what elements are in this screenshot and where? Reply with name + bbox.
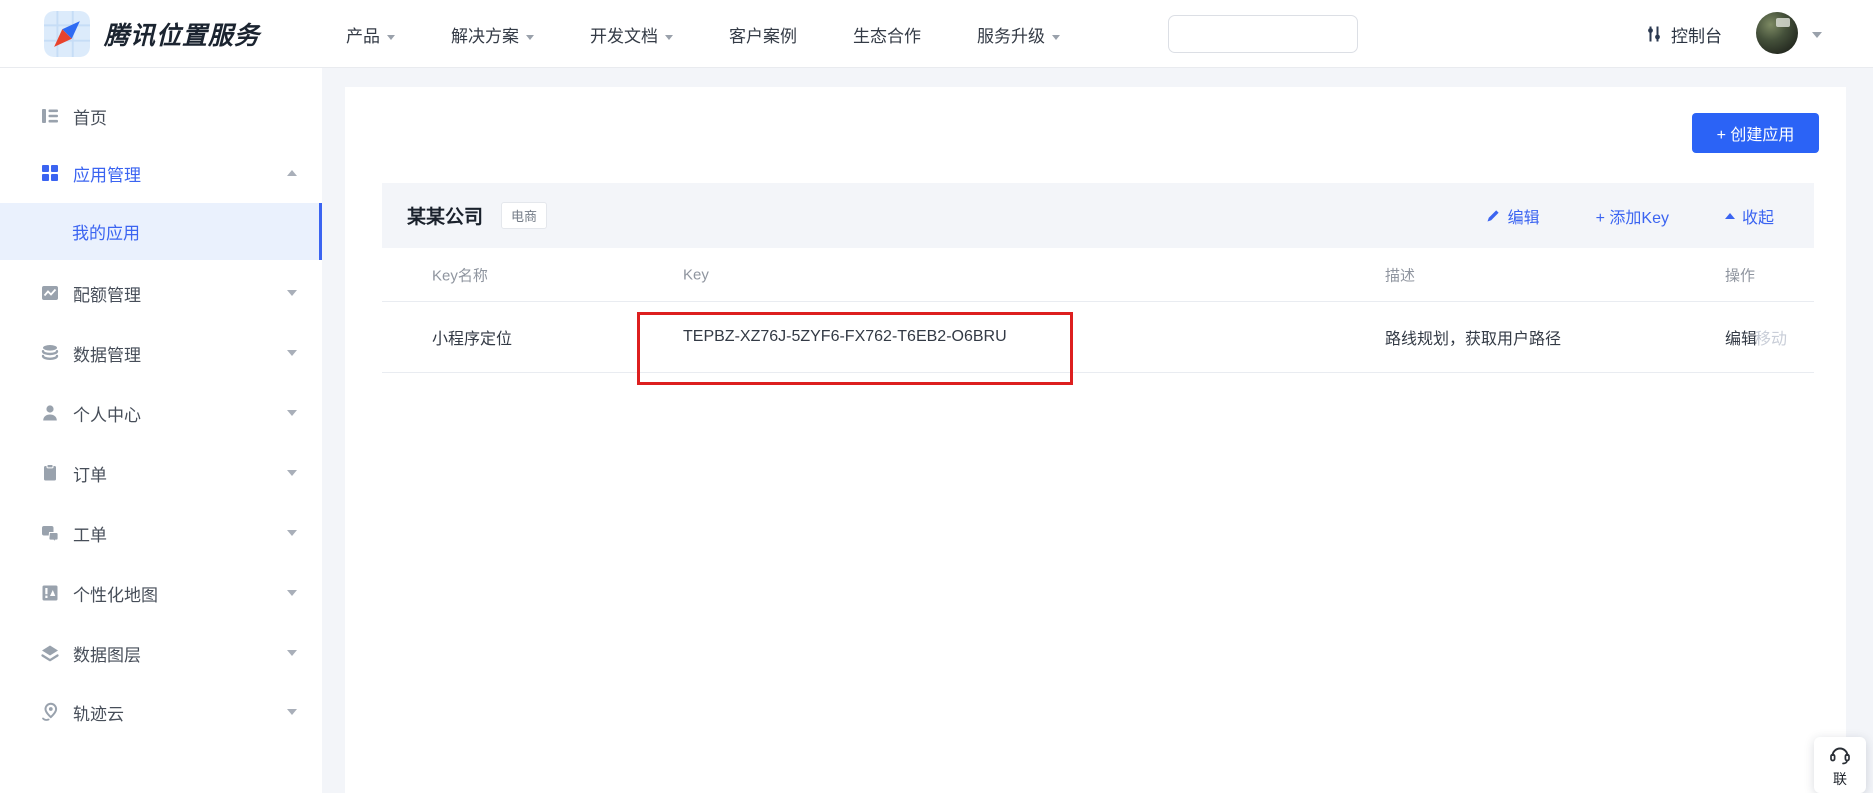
nav-cases[interactable]: 客户案例 (729, 22, 797, 47)
sidebar-item-label: 配额管理 (73, 281, 141, 306)
home-list-icon (40, 106, 60, 126)
user-icon (40, 403, 60, 423)
nav-ecosystem[interactable]: 生态合作 (853, 22, 921, 47)
layers-icon (40, 643, 60, 663)
grid-icon (40, 163, 60, 183)
chevron-down-icon (665, 35, 673, 40)
sidebar-subitem-label: 我的应用 (72, 219, 140, 244)
page: 腾讯位置服务 产品 解决方案 开发文档 客户案例 生态合作 服务升级 控 (0, 0, 1873, 793)
sidebar-item-label: 数据图层 (73, 641, 141, 666)
sidebar-item-label: 应用管理 (73, 161, 141, 186)
search-box (1168, 15, 1358, 53)
console-label: 控制台 (1671, 22, 1722, 47)
create-app-button[interactable]: + 创建应用 (1692, 113, 1819, 153)
sidebar-item-my-apps[interactable]: 我的应用 (0, 203, 322, 260)
key-name-cell: 小程序定位 (432, 325, 512, 349)
chevron-up-icon[interactable] (287, 170, 297, 176)
col-header-actions: 操作 (1725, 264, 1755, 285)
chevron-up-icon (1725, 213, 1735, 219)
chevron-down-icon (526, 35, 534, 40)
sidebar-item-label: 工单 (73, 521, 107, 546)
company-name: 某某公司 (407, 202, 483, 229)
content-card: 我的应用 + 创建应用 某某公司 电商 编辑 + 添加Key (345, 87, 1846, 793)
sidebar-item-label: 个人中心 (73, 401, 141, 426)
quota-chart-icon (40, 283, 60, 303)
nav-solutions[interactable]: 解决方案 (451, 22, 534, 47)
app-card-header: 某某公司 电商 编辑 + 添加Key 收起 (382, 183, 1814, 248)
nav-products[interactable]: 产品 (346, 22, 395, 47)
col-header-key-name: Key名称 (432, 264, 488, 285)
avatar[interactable] (1756, 12, 1798, 54)
console-link[interactable]: 控制台 (1644, 0, 1722, 68)
add-key-link[interactable]: + 添加Key (1596, 204, 1669, 228)
chevron-down-icon[interactable] (287, 530, 297, 536)
chevron-down-icon[interactable] (287, 290, 297, 296)
chevron-down-icon[interactable] (287, 650, 297, 656)
app-tag-badge: 电商 (501, 202, 547, 229)
chevron-down-icon[interactable] (287, 709, 297, 715)
sidebar-item-home[interactable]: 首页 (0, 91, 322, 141)
top-header: 腾讯位置服务 产品 解决方案 开发文档 客户案例 生态合作 服务升级 控 (0, 0, 1873, 68)
clipboard-icon (40, 463, 60, 483)
chevron-down-icon[interactable] (287, 470, 297, 476)
sidebar-item-quota[interactable]: 配额管理 (0, 268, 322, 318)
nav-upgrade[interactable]: 服务升级 (977, 22, 1060, 47)
sidebar-item-label: 数据管理 (73, 341, 141, 366)
customer-service-widget[interactable]: 联 (1814, 737, 1866, 793)
table-header-row: Key名称 Key 描述 操作 (382, 248, 1814, 302)
sidebar-item-label: 首页 (73, 104, 107, 129)
account-chevron-down-icon[interactable] (1812, 32, 1822, 38)
sliders-icon (1644, 24, 1664, 44)
sidebar-item-personal-center[interactable]: 个人中心 (0, 388, 322, 438)
top-navigation: 产品 解决方案 开发文档 客户案例 生态合作 服务升级 (346, 0, 1060, 68)
row-move-link: 移动 (1755, 325, 1787, 349)
chevron-down-icon[interactable] (287, 410, 297, 416)
sidebar-item-custom-map[interactable]: 个性化地图 (0, 568, 322, 618)
sidebar-item-orders[interactable]: 订单 (0, 448, 322, 498)
collapse-link[interactable]: 收起 (1725, 204, 1774, 228)
chevron-down-icon[interactable] (287, 590, 297, 596)
sidebar-item-label: 轨迹云 (73, 700, 124, 725)
sidebar-item-label: 个性化地图 (73, 581, 158, 606)
brand-logo[interactable]: 腾讯位置服务 (44, 11, 260, 57)
edit-app-link[interactable]: 编辑 (1486, 204, 1540, 228)
sidebar-item-tickets[interactable]: 工单 (0, 508, 322, 558)
track-pin-icon (40, 702, 60, 722)
search-input[interactable] (1181, 17, 1362, 51)
col-header-desc: 描述 (1385, 264, 1415, 285)
key-value-cell: TEPBZ-XZ76J-5ZYF6-FX762-T6EB2-O6BRU (683, 328, 1007, 346)
table-row: 小程序定位 TEPBZ-XZ76J-5ZYF6-FX762-T6EB2-O6BR… (382, 302, 1814, 373)
sidebar-item-label: 订单 (73, 461, 107, 486)
sidebar-item-track-cloud[interactable]: 轨迹云 (0, 687, 322, 737)
sidebar-item-data-management[interactable]: 数据管理 (0, 328, 322, 378)
compass-logo-icon (44, 11, 90, 57)
sidebar-item-data-layers[interactable]: 数据图层 (0, 628, 322, 678)
chevron-down-icon[interactable] (287, 350, 297, 356)
row-edit-link[interactable]: 编辑 (1725, 325, 1757, 349)
sidebar-item-app-management[interactable]: 应用管理 (0, 148, 322, 198)
app-section: 某某公司 电商 编辑 + 添加Key 收起 (382, 183, 1814, 373)
service-label: 联 (1833, 769, 1847, 789)
chevron-down-icon (387, 35, 395, 40)
key-desc-cell: 路线规划，获取用户路径 (1385, 325, 1561, 349)
pencil-icon (1486, 208, 1501, 223)
sidebar: 首页 应用管理 我的应用 配额管理 (0, 68, 322, 793)
headset-icon (1828, 744, 1852, 766)
custom-map-icon (40, 583, 60, 603)
chat-icon (40, 523, 60, 543)
app-actions: 编辑 + 添加Key 收起 (1486, 183, 1774, 248)
col-header-key: Key (683, 266, 709, 283)
chevron-down-icon (1052, 35, 1060, 40)
brand-name: 腾讯位置服务 (104, 16, 260, 52)
nav-docs[interactable]: 开发文档 (590, 22, 673, 47)
database-icon (40, 343, 60, 363)
